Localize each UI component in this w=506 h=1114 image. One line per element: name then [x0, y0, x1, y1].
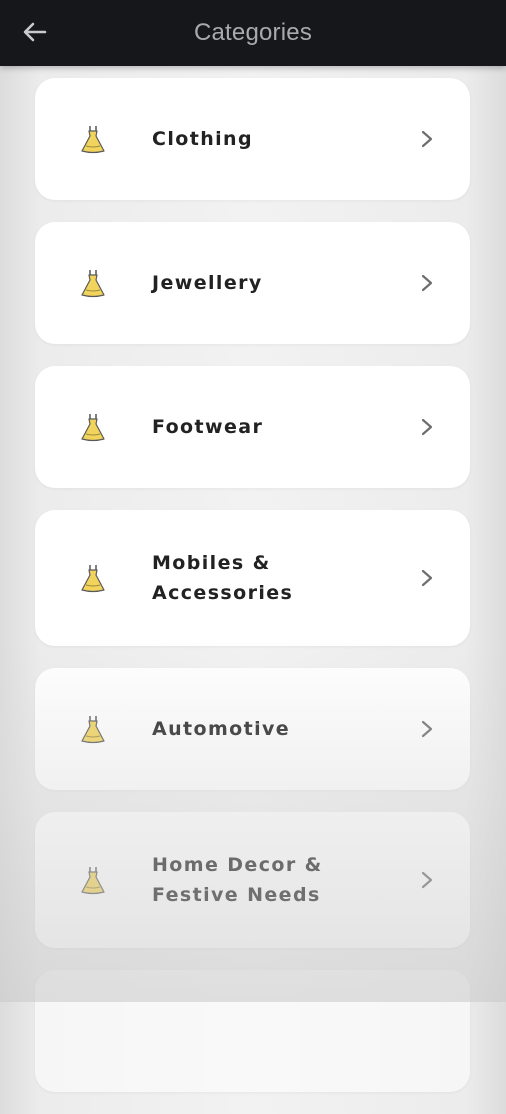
category-label: Footwear — [152, 416, 264, 438]
dress-icon — [81, 565, 105, 593]
chevron-right-icon — [421, 569, 433, 587]
chevron-right-icon — [421, 720, 433, 738]
category-item-partial[interactable] — [35, 970, 470, 1092]
app-bar: Categories — [0, 0, 506, 66]
category-label: Automotive — [152, 718, 291, 740]
category-label: Clothing — [152, 128, 253, 150]
dress-icon — [81, 414, 105, 442]
category-item-automotive[interactable]: Automotive — [35, 668, 470, 790]
category-list: Clothing Jewellery Footwear Mobiles & Ac… — [35, 78, 470, 1114]
chevron-right-icon — [421, 274, 433, 292]
category-label: Home Decor & Festive Needs — [152, 854, 323, 906]
category-item-clothing[interactable]: Clothing — [35, 78, 470, 200]
chevron-right-icon — [421, 130, 433, 148]
category-item-mobiles-accessories[interactable]: Mobiles & Accessories — [35, 510, 470, 646]
back-button[interactable] — [18, 17, 52, 47]
chevron-right-icon — [421, 871, 433, 889]
dress-icon — [81, 716, 105, 744]
dress-icon — [81, 867, 105, 895]
dress-icon — [81, 126, 105, 154]
category-item-footwear[interactable]: Footwear — [35, 366, 470, 488]
page-title: Categories — [193, 19, 313, 46]
category-item-jewellery[interactable]: Jewellery — [35, 222, 470, 344]
category-label: Jewellery — [152, 272, 263, 294]
category-label: Mobiles & Accessories — [152, 552, 294, 604]
dress-icon — [81, 270, 105, 298]
chevron-right-icon — [421, 418, 433, 436]
category-item-home-decor[interactable]: Home Decor & Festive Needs — [35, 812, 470, 948]
arrow-left-icon — [23, 22, 47, 42]
